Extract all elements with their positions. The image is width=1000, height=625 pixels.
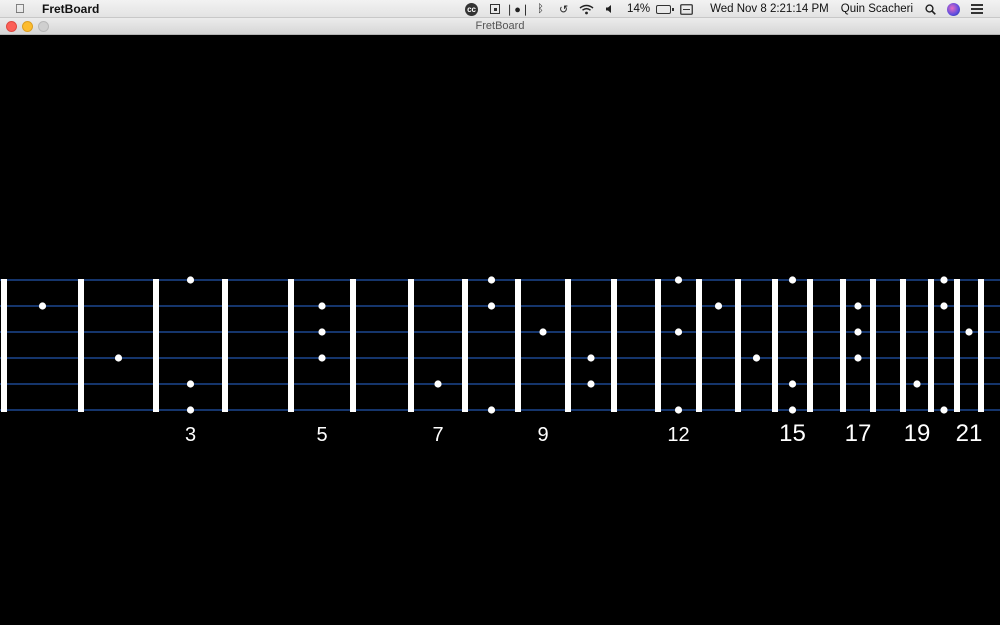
note-dot[interactable]: [587, 354, 595, 362]
fret-5: [350, 279, 356, 412]
fret-7: [462, 279, 468, 412]
note-dot[interactable]: [487, 406, 496, 414]
audio-input-icon[interactable]: ❘●❘: [505, 2, 530, 16]
note-dot[interactable]: [587, 380, 595, 388]
fret-label: 3: [185, 424, 196, 446]
note-dot[interactable]: [940, 302, 948, 310]
strings-group: [0, 279, 1000, 411]
fret-label: 9: [537, 424, 548, 446]
fret-14: [772, 279, 778, 412]
note-dot[interactable]: [318, 354, 326, 362]
fret-12: [696, 279, 702, 412]
note-dot[interactable]: [854, 328, 862, 336]
menu-bar-status-area: cc ❘●❘ ᛒ ↺ 14% Wed Nov 8 2:21:14 PM Quin…: [460, 0, 1000, 18]
fret-13: [735, 279, 741, 412]
fret-label: 21: [956, 420, 983, 447]
note-dot[interactable]: [940, 406, 948, 414]
apple-icon[interactable]: : [15, 1, 25, 16]
fret-label: 15: [779, 420, 806, 447]
fret-10: [611, 279, 617, 412]
note-dot[interactable]: [318, 328, 326, 336]
note-dot[interactable]: [854, 302, 862, 310]
note-dot[interactable]: [186, 380, 195, 388]
battery-icon[interactable]: [656, 2, 675, 16]
fret-21: [978, 279, 984, 412]
fret-11: [655, 279, 661, 412]
display-icon[interactable]: [679, 2, 694, 16]
note-dot[interactable]: [434, 380, 442, 388]
note-dots-group: [38, 276, 973, 414]
fret-17: [870, 279, 876, 412]
fret-20: [954, 279, 960, 412]
note-dot[interactable]: [788, 276, 797, 284]
fret-19: [928, 279, 934, 412]
note-dot[interactable]: [674, 276, 683, 284]
volume-icon[interactable]: [602, 2, 617, 16]
datetime-clock[interactable]: Wed Nov 8 2:21:14 PM: [710, 3, 829, 15]
fret-1: [78, 279, 84, 412]
fret-2: [153, 279, 159, 412]
note-dot[interactable]: [674, 328, 683, 336]
nut: [1, 279, 7, 412]
note-dot[interactable]: [186, 406, 195, 414]
grid-icon[interactable]: [487, 2, 502, 16]
time-machine-icon[interactable]: ↺: [556, 2, 571, 16]
fret-16: [840, 279, 846, 412]
notification-center-icon[interactable]: [969, 2, 984, 16]
note-dot[interactable]: [186, 276, 195, 284]
fret-label: 5: [316, 424, 327, 446]
window-title: FretBoard: [475, 20, 525, 32]
fret-6: [408, 279, 414, 412]
fret-9: [565, 279, 571, 412]
spotlight-search-icon[interactable]: [923, 2, 938, 16]
bluetooth-icon[interactable]: ᛒ: [533, 2, 548, 16]
note-dot[interactable]: [114, 354, 123, 362]
note-dot[interactable]: [788, 380, 797, 388]
fret-label: 12: [667, 424, 689, 446]
battery-percent: 14%: [627, 3, 651, 15]
wifi-icon[interactable]: [579, 2, 594, 16]
fret-label: 19: [904, 420, 931, 447]
fret-8: [515, 279, 521, 412]
note-dot[interactable]: [965, 328, 973, 336]
note-dot[interactable]: [38, 302, 47, 310]
note-dot[interactable]: [714, 302, 723, 310]
note-dot[interactable]: [788, 406, 797, 414]
fret-4: [288, 279, 294, 412]
window-title-bar[interactable]: FretBoard: [0, 18, 1000, 35]
note-dot[interactable]: [752, 354, 761, 362]
app-menu-name[interactable]: FretBoard: [42, 2, 99, 16]
frets-group: [1, 279, 984, 412]
fret-15: [807, 279, 813, 412]
note-dot[interactable]: [674, 406, 683, 414]
note-dot[interactable]: [854, 354, 862, 362]
fretboard-canvas[interactable]: 3 5 7 9 12 15 17 19 21: [0, 35, 1000, 625]
fret-3: [222, 279, 228, 412]
fret-18: [900, 279, 906, 412]
siri-icon[interactable]: [946, 2, 961, 16]
menu-bar:  FretBoard cc ❘●❘ ᛒ ↺ 14% Wed Nov 8 2:2…: [0, 0, 1000, 18]
note-dot[interactable]: [487, 302, 496, 310]
fret-labels-group: 3 5 7 9 12 15 17 19 21: [185, 420, 982, 447]
note-dot[interactable]: [487, 276, 496, 284]
note-dot[interactable]: [539, 328, 547, 336]
fret-label: 7: [432, 424, 443, 446]
creative-cloud-icon[interactable]: cc: [464, 2, 479, 16]
fret-label: 17: [845, 420, 872, 447]
user-name[interactable]: Quin Scacheri: [841, 3, 913, 15]
note-dot[interactable]: [913, 380, 921, 388]
note-dot[interactable]: [318, 302, 326, 310]
note-dot[interactable]: [940, 276, 948, 284]
